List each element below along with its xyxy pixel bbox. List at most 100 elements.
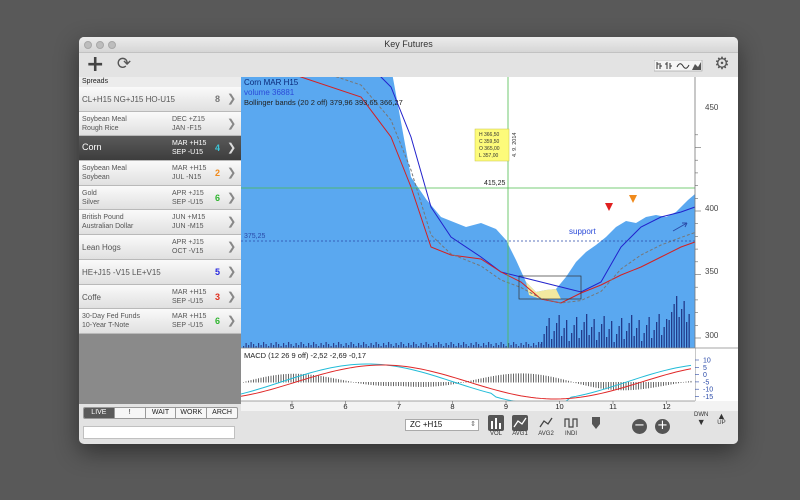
macd-histogram-bar — [518, 373, 519, 383]
macd-histogram-bar — [585, 382, 587, 386]
volume-bar — [520, 343, 522, 348]
price-chart[interactable]: H 366,50 C 359,50 O 365,00 L 357,00 4. 9… — [240, 37, 738, 416]
chevron-right-icon[interactable]: ❯ — [227, 166, 236, 179]
volume-bar — [533, 343, 535, 348]
spread-row[interactable]: Soybean Meal Rough Rice DEC +Z15 JAN -F15 ❯ — [79, 111, 241, 137]
signal-count: 5 — [215, 266, 221, 277]
spreads-sidebar: Spreads CL+H15 NG+J15 HO-U15 8 ❯ Soybean Me… — [79, 77, 241, 404]
volume-bar — [313, 342, 315, 348]
spread-name: Soybean Meal Soybean — [82, 164, 127, 182]
volume-bar — [686, 322, 688, 348]
volume-bar — [638, 320, 640, 348]
macd-histogram-bar — [578, 382, 579, 384]
volume-bar — [561, 336, 563, 348]
avg2-icon — [538, 415, 554, 431]
contract-month: SEP -U15 — [172, 149, 203, 157]
volume-bar — [538, 342, 540, 348]
spread-row[interactable]: Coffe MAR +H15 SEP -U15 3 ❯ — [79, 284, 241, 310]
spread-row[interactable]: HE+J15 -V15 LE+V15 5 ❯ — [79, 259, 241, 285]
volume-bar — [578, 338, 580, 348]
contract-month: SEP -U15 — [172, 297, 203, 305]
spread-row[interactable]: CL+H15 NG+J15 HO-U15 8 ❯ — [79, 87, 241, 112]
macd-histogram-bar — [245, 381, 247, 383]
chart-type-icons[interactable] — [654, 60, 704, 72]
tab-alert[interactable]: ! — [115, 408, 146, 418]
avg2-button[interactable]: AVG2 — [538, 415, 554, 437]
macd-histogram-bar — [243, 382, 244, 383]
avg2-label: AVG2 — [538, 431, 554, 437]
macd-histogram-bar — [278, 374, 279, 383]
macd-histogram-bar — [690, 380, 692, 383]
volume-bar — [616, 334, 618, 348]
macd-histogram-bar — [255, 378, 257, 383]
search-input[interactable] — [83, 426, 235, 439]
avg1-button[interactable]: AVG1 — [512, 415, 528, 437]
spread-row[interactable]: Corn MAR +H15 SEP -U15 4 ❯ — [79, 136, 241, 162]
tab-arch[interactable]: ARCH — [207, 408, 237, 418]
spread-leg-2: Silver — [82, 198, 100, 206]
draw-tool-button[interactable] — [588, 415, 604, 431]
volume-bar — [310, 345, 312, 348]
chevron-right-icon[interactable]: ❯ — [227, 240, 236, 253]
macd-histogram-bar — [498, 375, 499, 383]
volume-bar — [285, 345, 287, 348]
macd-histogram-bar — [505, 374, 507, 383]
volume-bar — [673, 304, 675, 348]
chart-area[interactable]: H 366,50 C 359,50 O 365,00 L 357,00 4. 9… — [240, 37, 738, 416]
vol-button[interactable]: VOL — [488, 415, 504, 437]
up-button[interactable]: ▲ UP — [717, 412, 726, 427]
macd-histogram-bar — [365, 382, 367, 385]
chevron-right-icon[interactable]: ❯ — [227, 92, 236, 105]
volume-bar — [485, 345, 487, 348]
volume-bar — [593, 319, 595, 348]
avg1-icon — [512, 415, 528, 431]
spread-row[interactable]: 30-Day Fed Funds 10-Year T-Note MAR +H15 SE… — [79, 309, 241, 334]
macd-histogram-bar — [603, 382, 604, 389]
down-button[interactable]: DWN ▼ — [694, 412, 708, 427]
volume-bar — [340, 344, 342, 348]
macd-histogram-bar — [333, 378, 334, 383]
tab-work[interactable]: WORK — [176, 408, 208, 418]
volume-bar — [576, 317, 578, 348]
chevron-right-icon[interactable]: ❯ — [227, 117, 236, 130]
spread-row[interactable]: Gold Silver APR +J15 SEP -U15 6 ❯ — [79, 185, 241, 211]
volume-bar — [608, 329, 610, 348]
signal-count: 4 — [215, 143, 221, 154]
chevron-right-icon[interactable]: ❯ — [227, 290, 236, 303]
chevron-right-icon[interactable]: ❯ — [227, 314, 236, 327]
macd-histogram-bar — [658, 382, 659, 387]
spread-row[interactable]: British Pound Australian Dollar JUN +M15 JU… — [79, 210, 241, 236]
volume-bar — [621, 318, 623, 348]
indi-button[interactable]: INDI — [563, 415, 579, 437]
spread-row[interactable]: Soybean Meal Soybean MAR +H15 JUL -N15 2 ❯ — [79, 161, 241, 186]
chevron-right-icon[interactable]: ❯ — [227, 191, 236, 204]
volume-bar — [568, 341, 570, 348]
app-window: Key Futures + ⟳ ⚙ Spreads CL+H15 NG+J15 … — [79, 37, 738, 444]
volume-bar — [390, 344, 392, 348]
volume-bar — [373, 345, 375, 348]
add-icon[interactable]: + — [86, 52, 104, 77]
chevron-right-icon[interactable]: ❯ — [227, 265, 236, 278]
volume-bar — [278, 344, 280, 348]
macd-histogram-bar — [288, 373, 289, 383]
zoom-in-icon[interactable]: + — [655, 419, 670, 434]
spread-row[interactable]: Lean Hogs APR +J15 OCT -V15 ❯ — [79, 235, 241, 260]
macd-histogram-bar — [418, 382, 419, 387]
tab-live[interactable]: LIVE — [84, 408, 115, 418]
macd-histogram-bar — [375, 382, 377, 386]
symbol-select[interactable]: ZC +H15 ⇕ — [405, 419, 479, 431]
signal-count: 2 — [215, 168, 221, 179]
refresh-icon[interactable]: ⟳ — [115, 54, 133, 74]
volume-bar — [658, 314, 660, 348]
zoom-out-icon[interactable]: − — [632, 419, 647, 434]
volume-bar — [263, 342, 265, 348]
macd-histogram-bar — [275, 375, 277, 383]
chevron-right-icon[interactable]: ❯ — [227, 215, 236, 228]
settings-icon[interactable]: ⚙ — [713, 54, 731, 74]
chevron-right-icon[interactable]: ❯ — [227, 141, 236, 154]
macd-histogram-bar — [423, 382, 424, 387]
price-tick-350: 350 — [705, 267, 719, 276]
indi-label: INDI — [565, 431, 577, 437]
macd-histogram-bar — [413, 382, 414, 387]
tab-wait[interactable]: WAIT — [146, 408, 177, 418]
